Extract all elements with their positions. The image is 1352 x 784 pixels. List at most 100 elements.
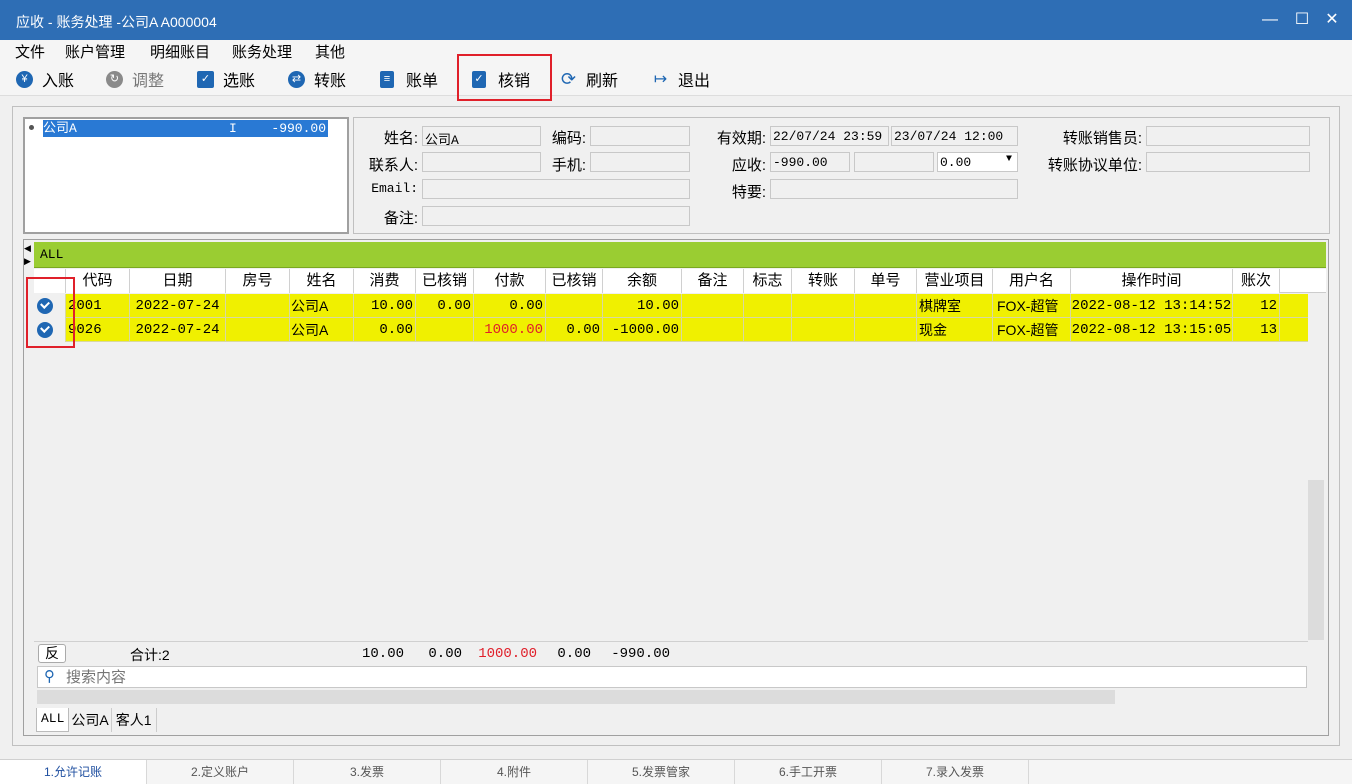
contact-field[interactable] bbox=[422, 152, 541, 172]
receivable-field[interactable]: -990.00 bbox=[770, 152, 850, 172]
email-label: Email: bbox=[371, 181, 418, 196]
header-written1[interactable]: 已核销 bbox=[416, 269, 474, 293]
header-payment[interactable]: 付款 bbox=[474, 269, 546, 293]
phone-field[interactable] bbox=[590, 152, 690, 172]
cell-written2: 0.00 bbox=[546, 318, 603, 342]
select-button[interactable]: ✓ 选账 bbox=[197, 68, 255, 90]
tab-all[interactable]: ALL bbox=[36, 708, 70, 732]
vertical-scrollbar[interactable] bbox=[1308, 294, 1324, 640]
refresh-icon: ⟳ bbox=[560, 68, 577, 89]
header-bill-no[interactable]: 单号 bbox=[855, 269, 917, 293]
post-label: 入账 bbox=[42, 73, 75, 90]
cell-item: 现金 bbox=[917, 318, 993, 342]
check-highlight-box bbox=[26, 277, 75, 348]
account-list-item[interactable]: 公司A I -990.00 bbox=[43, 120, 328, 137]
menu-detail-accounts[interactable]: 明细账目 bbox=[150, 41, 210, 62]
header-transfer[interactable]: 转账 bbox=[792, 269, 855, 293]
header-flag[interactable]: 标志 bbox=[744, 269, 792, 293]
cell-balance: -1000.00 bbox=[603, 318, 682, 342]
tab-guest-1[interactable]: 客人1 bbox=[112, 708, 157, 732]
header-charge[interactable]: 消费 bbox=[354, 269, 416, 293]
table-row[interactable]: 9026 2022-07-24 公司A 0.00 1000.00 0.00 -1… bbox=[34, 318, 1308, 342]
tab-allow-posting[interactable]: 1.允许记账 bbox=[0, 760, 147, 784]
cell-written1: 0.00 bbox=[416, 294, 474, 318]
header-seq[interactable]: 账次 bbox=[1233, 269, 1280, 293]
menu-accounting[interactable]: 账务处理 bbox=[232, 41, 292, 62]
header-name[interactable]: 姓名 bbox=[290, 269, 354, 293]
email-field[interactable] bbox=[422, 179, 690, 199]
account-list[interactable]: 公司A I -990.00 bbox=[23, 117, 349, 234]
note-field[interactable] bbox=[422, 206, 690, 226]
cell-charge: 10.00 bbox=[354, 294, 416, 318]
valid-to-field[interactable]: 23/07/24 12:00 bbox=[891, 126, 1018, 146]
name-field[interactable]: 公司A bbox=[422, 126, 541, 146]
horizontal-scrollbar[interactable] bbox=[37, 689, 1307, 705]
close-icon[interactable]: ✕ bbox=[1320, 8, 1344, 32]
exit-label: 退出 bbox=[678, 73, 711, 90]
exit-button[interactable]: ↦ 退出 bbox=[652, 68, 711, 91]
transfer-label: 转账 bbox=[314, 73, 347, 90]
search-input[interactable] bbox=[66, 669, 1296, 685]
header-written2[interactable]: 已核销 bbox=[546, 269, 603, 293]
header-date[interactable]: 日期 bbox=[130, 269, 226, 293]
valid-from-field[interactable]: 22/07/24 23:59 bbox=[770, 126, 889, 146]
tab-enter-invoice[interactable]: 7.录入发票 bbox=[882, 760, 1029, 784]
transfer-sales-field[interactable] bbox=[1146, 126, 1310, 146]
cell-item: 棋牌室 bbox=[917, 294, 993, 318]
cell-user: FOX-超管 bbox=[993, 318, 1071, 342]
menu-file[interactable]: 文件 bbox=[15, 41, 45, 62]
special-field[interactable] bbox=[770, 179, 1018, 199]
grid-header: 代码 日期 房号 姓名 消费 已核销 付款 已核销 余额 备注 标志 转账 单号… bbox=[34, 269, 1326, 293]
transfer-unit-field[interactable] bbox=[1146, 152, 1310, 172]
receivable-select[interactable]: 0.00 ▼ bbox=[937, 152, 1018, 172]
header-item[interactable]: 营业项目 bbox=[917, 269, 993, 293]
cell-written2 bbox=[546, 294, 603, 318]
transfer-sales-label: 转账销售员: bbox=[1062, 130, 1142, 147]
group-label: ALL bbox=[40, 247, 64, 262]
phone-label: 手机: bbox=[551, 157, 586, 174]
refresh-button[interactable]: ⟳ 刷新 bbox=[560, 68, 618, 91]
cell-note bbox=[682, 318, 744, 342]
bill-button[interactable]: ≡ 账单 bbox=[380, 68, 438, 90]
tab-define-account[interactable]: 2.定义账户 bbox=[147, 760, 294, 784]
table-row[interactable]: 2001 2022-07-24 公司A 10.00 0.00 0.00 10.0… bbox=[34, 294, 1308, 318]
maximize-icon[interactable]: ☐ bbox=[1290, 8, 1314, 32]
tab-manual-invoice[interactable]: 6.手工开票 bbox=[735, 760, 882, 784]
code-field[interactable] bbox=[590, 126, 690, 146]
menu-account-management[interactable]: 账户管理 bbox=[65, 41, 125, 62]
account-balance: -990.00 bbox=[271, 121, 326, 136]
header-room[interactable]: 房号 bbox=[226, 269, 290, 293]
adjust-label: 调整 bbox=[132, 73, 165, 90]
reverse-button[interactable]: 反 bbox=[38, 644, 66, 663]
splitter-arrows-icon[interactable]: ◀ ▶ bbox=[24, 242, 31, 268]
search-box[interactable]: ⚲ bbox=[37, 666, 1307, 688]
post-button[interactable]: ¥ 入账 bbox=[16, 68, 74, 90]
header-user[interactable]: 用户名 bbox=[993, 269, 1071, 293]
header-optime[interactable]: 操作时间 bbox=[1071, 269, 1233, 293]
cell-date: 2022-07-24 bbox=[130, 318, 226, 342]
receivable-field-2[interactable] bbox=[854, 152, 934, 172]
receivable-label: 应收: bbox=[731, 157, 766, 174]
cell-bill-no bbox=[855, 294, 917, 318]
grid-footer: 反 合计:2 10.00 0.00 1000.00 0.00 -990.00 bbox=[34, 641, 1308, 665]
tab-company-a[interactable]: 公司A bbox=[69, 708, 112, 732]
horizontal-scrollbar-thumb[interactable] bbox=[37, 690, 1115, 704]
cell-user: FOX-超管 bbox=[993, 294, 1071, 318]
header-balance[interactable]: 余额 bbox=[603, 269, 682, 293]
header-code[interactable]: 代码 bbox=[66, 269, 130, 293]
window-title: 应收 - 账务处理 -公司A A000004 bbox=[16, 14, 217, 30]
minimize-icon[interactable]: — bbox=[1258, 8, 1282, 32]
cell-balance: 10.00 bbox=[603, 294, 682, 318]
menu-other[interactable]: 其他 bbox=[315, 41, 345, 62]
tab-invoice[interactable]: 3.发票 bbox=[294, 760, 441, 784]
header-note[interactable]: 备注 bbox=[682, 269, 744, 293]
cell-code: 9026 bbox=[66, 318, 130, 342]
cell-charge: 0.00 bbox=[354, 318, 416, 342]
transfer-button[interactable]: ⇄ 转账 bbox=[288, 68, 346, 90]
adjust-button[interactable]: ↻ 调整 bbox=[106, 68, 164, 90]
special-label: 特要: bbox=[731, 184, 766, 201]
tab-invoice-manager[interactable]: 5.发票管家 bbox=[588, 760, 735, 784]
vertical-scrollbar-thumb[interactable] bbox=[1308, 480, 1324, 640]
name-label: 姓名: bbox=[383, 130, 418, 147]
tab-attachment[interactable]: 4.附件 bbox=[441, 760, 588, 784]
